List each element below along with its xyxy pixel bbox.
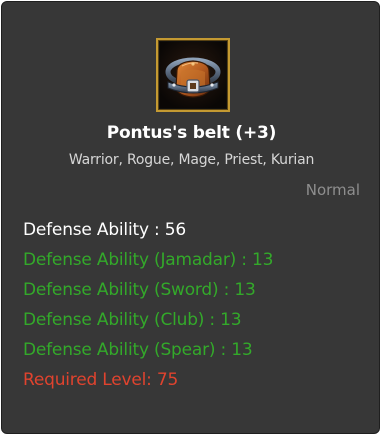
stat-defense-jamadar: Defense Ability (Jamadar) : 13 [23, 250, 274, 270]
stat-defense: Defense Ability : 56 [23, 220, 186, 240]
stats-list: Defense Ability : 56 Defense Ability (Ja… [23, 218, 273, 398]
belt-icon [160, 42, 226, 108]
item-tooltip: Pontus's belt (+3) Warrior, Rogue, Mage,… [1, 1, 380, 434]
stat-required-level: Required Level: 75 [23, 370, 179, 390]
item-icon-frame [156, 38, 230, 112]
item-classes: Warrior, Rogue, Mage, Priest, Kurian [68, 152, 315, 168]
stat-defense-spear: Defense Ability (Spear) : 13 [23, 340, 253, 360]
item-name: Pontus's belt (+3) [106, 123, 277, 143]
stat-defense-sword: Defense Ability (Sword) : 13 [23, 280, 256, 300]
item-grade: Normal [305, 181, 360, 199]
stat-defense-club: Defense Ability (Club) : 13 [23, 310, 242, 330]
